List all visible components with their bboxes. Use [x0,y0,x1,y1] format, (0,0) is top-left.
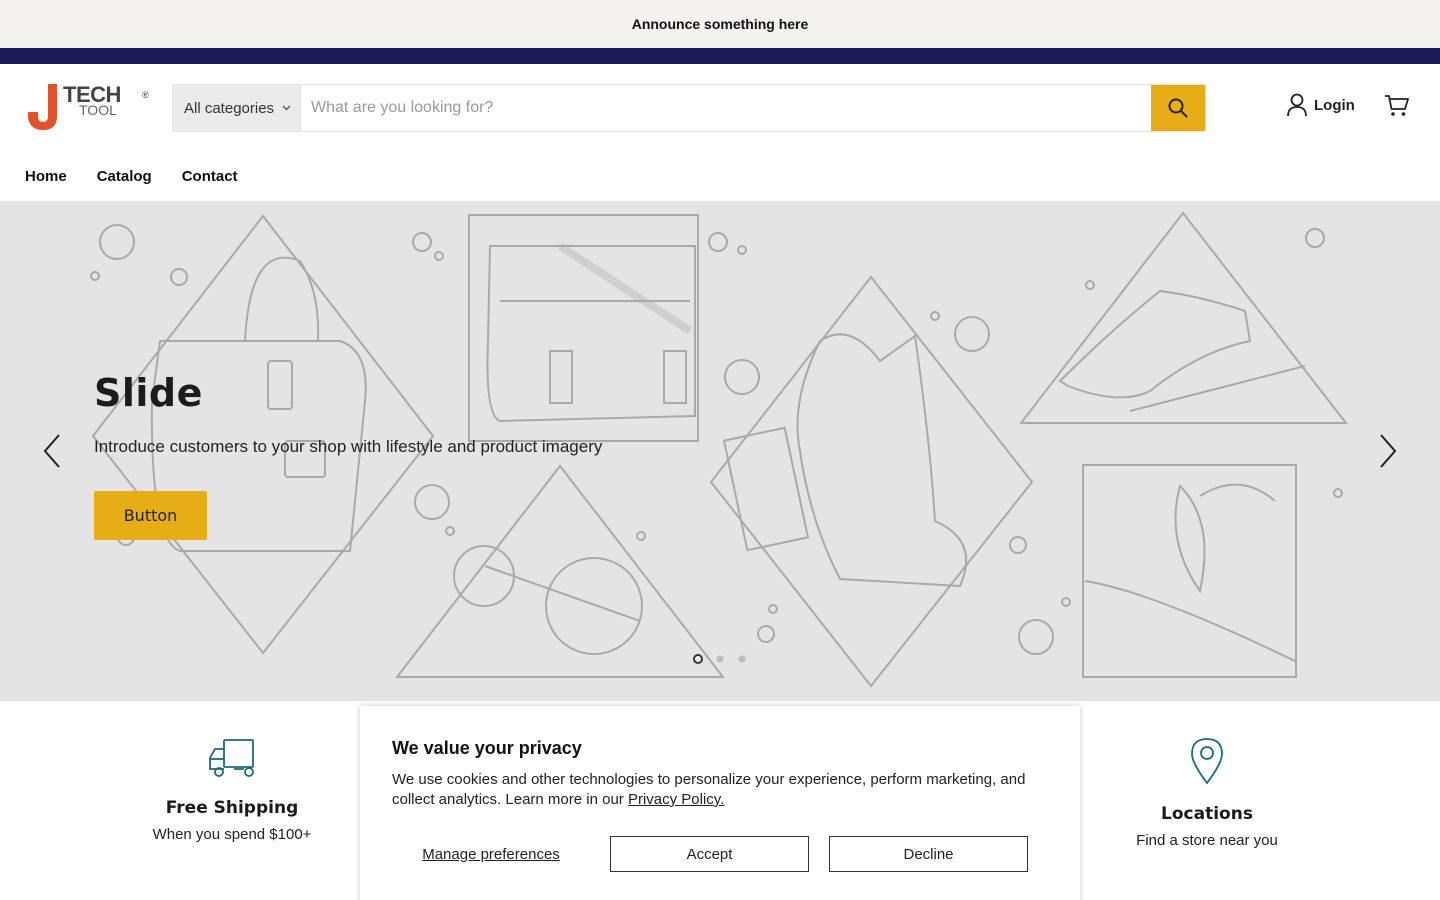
hero-cta-button[interactable]: Button [94,491,207,540]
category-select-value: All categories [184,99,275,117]
manage-preferences-link[interactable]: Manage preferences [392,846,590,863]
feature-subtitle: When you spend $100+ [152,826,312,843]
nav-item-home[interactable]: Home [25,168,67,185]
slide-pagination [693,654,747,664]
hero-title: Slide [94,371,203,415]
search-bar: All categories [172,84,1206,132]
site-header: TECH TOOL ® All categories Login [0,64,1440,152]
announcement-bar: Announce something here [0,0,1440,48]
feature-title: Locations [1161,804,1253,824]
hero-slideshow: Slide Introduce customers to your shop w… [0,201,1440,701]
map-pin-icon [1191,738,1223,785]
truck-icon [209,739,254,777]
main-nav: Home Catalog Contact [0,152,1440,201]
cookie-actions: Manage preferences Accept Decline [392,836,1048,872]
slide-dot-1[interactable] [693,654,703,664]
slide-dot-2[interactable] [716,655,724,663]
chevron-right-icon [1380,434,1397,468]
nav-item-catalog[interactable]: Catalog [97,168,152,185]
hero-subtitle: Introduce customers to your shop with li… [94,437,603,456]
user-icon [1287,93,1307,117]
feature-locations: Locations Find a store near you [1087,737,1327,849]
feature-title: Free Shipping [165,798,299,818]
slide-dot-3[interactable] [738,655,746,663]
slide-next-button[interactable] [1378,433,1398,474]
cart-icon [1385,95,1409,116]
chevron-down-icon [282,103,291,114]
search-icon [1168,98,1188,118]
cookie-description: We use cookies and other technologies to… [392,770,1048,810]
logo-text-tool: TOOL [79,102,117,118]
login-label: Login [1314,96,1355,114]
feature-subtitle: Find a store near you [1136,832,1278,849]
logo-registered-mark: ® [142,90,149,100]
feature-free-shipping: Free Shipping When you spend $100+ [112,737,352,843]
nav-item-contact[interactable]: Contact [182,168,238,185]
slide-prev-button[interactable] [42,433,62,474]
search-input[interactable] [301,85,1151,131]
accept-button[interactable]: Accept [610,836,809,872]
chevron-left-icon [43,434,60,468]
privacy-policy-link[interactable]: Privacy Policy. [628,791,724,808]
cookie-consent-banner: We value your privacy We use cookies and… [360,706,1080,900]
cookie-title: We value your privacy [392,738,582,758]
cart-button[interactable] [1384,94,1410,123]
login-link[interactable]: Login [1286,93,1355,117]
search-button[interactable] [1151,85,1205,131]
category-select[interactable]: All categories [173,85,301,131]
announcement-text: Announce something here [631,16,809,32]
decline-button[interactable]: Decline [829,836,1028,872]
hero-content: Slide Introduce customers to your shop w… [94,371,602,540]
site-logo[interactable]: TECH TOOL ® [25,82,149,134]
header-divider-bar [0,48,1440,64]
